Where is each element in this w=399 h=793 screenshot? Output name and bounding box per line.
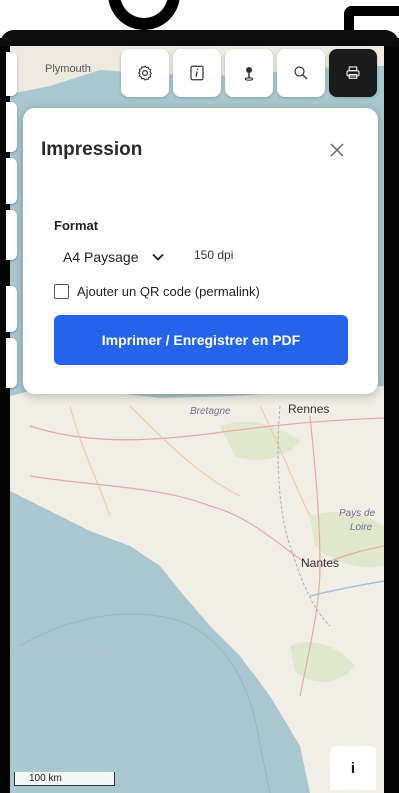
print-button[interactable]: Imprimer / Enregistrer en PDF xyxy=(54,315,348,365)
map-label-pays-de-loire: Pays de xyxy=(339,508,376,519)
info-box-icon xyxy=(190,65,204,81)
info-panel-button[interactable] xyxy=(173,49,221,97)
map-label-pays-de-loire-2: Loire xyxy=(350,522,373,533)
map-label-bretagne: Bretagne xyxy=(190,406,231,417)
map-toolbar xyxy=(121,49,377,99)
map-label-plymouth: Plymouth xyxy=(45,63,91,75)
device-frame xyxy=(0,30,399,46)
map-label-rennes: Rennes xyxy=(288,402,330,416)
scale-bar: 100 km xyxy=(14,772,115,786)
side-panel-tab[interactable] xyxy=(6,52,17,96)
print-tool-button[interactable] xyxy=(329,49,377,97)
panel-title: Impression xyxy=(41,139,143,160)
side-panel-tab[interactable] xyxy=(6,286,17,332)
chevron-down-icon xyxy=(151,253,164,261)
print-panel: Impression Format A4 Paysage 150 dpi Ajo… xyxy=(23,108,378,394)
qr-checkbox[interactable] xyxy=(54,284,69,299)
map-pin-icon xyxy=(244,67,254,81)
dpi-label: 150 dpi xyxy=(194,248,234,262)
attribution-button[interactable]: i xyxy=(330,746,376,790)
search-icon xyxy=(294,66,308,80)
side-panel-tab[interactable] xyxy=(6,210,17,260)
device-frame-right xyxy=(384,46,399,793)
format-select[interactable]: A4 Paysage xyxy=(53,237,181,277)
close-icon xyxy=(330,143,344,157)
map-label-nantes: Nantes xyxy=(301,556,340,570)
close-button[interactable] xyxy=(327,140,347,160)
gear-icon xyxy=(138,65,152,81)
format-label: Format xyxy=(54,218,99,233)
printer-icon xyxy=(346,66,360,79)
settings-button[interactable] xyxy=(121,49,169,97)
side-panel-tab[interactable] xyxy=(6,338,17,388)
qr-label: Ajouter un QR code (permalink) xyxy=(77,284,260,299)
side-panel-tab[interactable] xyxy=(6,158,17,204)
location-button[interactable] xyxy=(225,49,273,97)
format-select-value: A4 Paysage xyxy=(63,249,139,265)
side-panel-tab[interactable] xyxy=(6,102,17,152)
qr-option: Ajouter un QR code (permalink) xyxy=(54,284,260,299)
search-button[interactable] xyxy=(277,49,325,97)
